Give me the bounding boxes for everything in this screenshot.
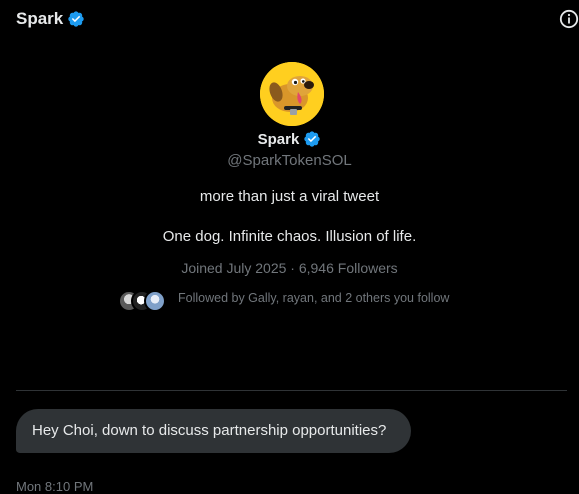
- divider: [16, 390, 567, 391]
- info-icon[interactable]: [559, 9, 579, 29]
- followed-by-text[interactable]: Followed by Gally, rayan, and 2 others y…: [178, 291, 449, 305]
- profile-name-row[interactable]: Spark: [0, 130, 579, 148]
- profile-avatar[interactable]: [260, 62, 324, 126]
- joined-date: Joined July 2025: [181, 260, 287, 276]
- profile-bio-line-1: more than just a viral tweet: [199, 188, 380, 205]
- verified-badge-icon: [303, 130, 321, 148]
- followers-count[interactable]: 6,946 Followers: [299, 260, 398, 276]
- conversation-header: Spark: [0, 0, 579, 40]
- header-name[interactable]: Spark: [16, 9, 63, 29]
- verified-badge-icon: [67, 10, 85, 28]
- profile-handle[interactable]: @SparkTokenSOL: [0, 152, 579, 169]
- follower-avatars: [118, 290, 168, 312]
- header-title[interactable]: Spark: [16, 9, 85, 29]
- profile-meta: Joined July 2025 · 6,946 Followers: [0, 260, 579, 276]
- profile-name[interactable]: Spark: [258, 131, 300, 148]
- meta-separator: ·: [290, 260, 295, 276]
- follower-avatar: [144, 290, 166, 312]
- profile-bio-line-2: One dog. Infinite chaos. Illusion of lif…: [162, 228, 417, 245]
- message-bubble[interactable]: Hey Choi, down to discuss partnership op…: [16, 409, 411, 453]
- followed-by[interactable]: Followed by Gally, rayan, and 2 others y…: [118, 290, 449, 312]
